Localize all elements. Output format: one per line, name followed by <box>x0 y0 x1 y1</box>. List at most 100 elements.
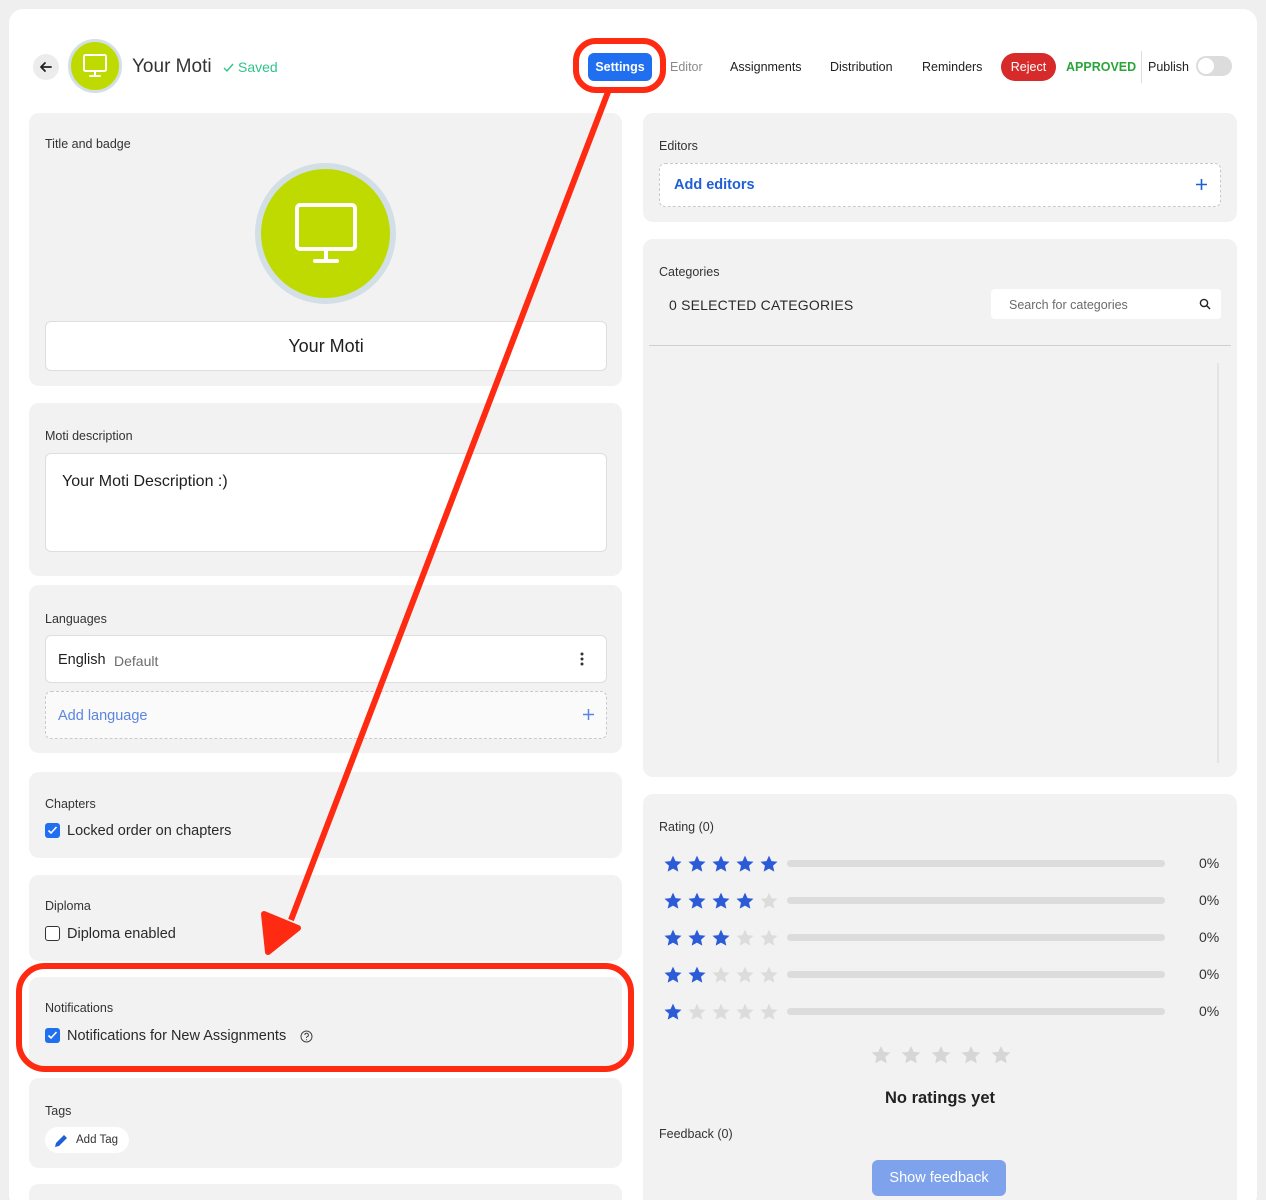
title-input[interactable]: Your Moti <box>45 321 607 371</box>
saved-status: Saved <box>223 59 278 75</box>
saved-label: Saved <box>238 59 278 75</box>
tab-assignments[interactable]: Assignments <box>730 53 802 81</box>
arrow-left-icon <box>40 62 52 72</box>
notifications-checkbox[interactable] <box>45 1028 60 1043</box>
add-language-button[interactable]: Add language <box>45 691 607 739</box>
card-label: Title and badge <box>45 137 131 151</box>
rating-distribution: 0% 0% 0% 0% 0% <box>659 854 1239 1044</box>
rating-bar <box>787 1008 1165 1015</box>
rating-row: 0% <box>659 891 1239 911</box>
rating-stars <box>663 1002 779 1022</box>
star-icon <box>991 1045 1011 1064</box>
reject-button[interactable]: Reject <box>1001 53 1056 81</box>
rating-percent: 0% <box>1199 892 1220 908</box>
selected-categories-count: 0 SELECTED CATEGORIES <box>669 297 854 313</box>
star-icon <box>736 966 754 983</box>
star-icon <box>760 1003 778 1020</box>
empty-stars <box>870 1044 1012 1066</box>
rating-row: 0% <box>659 854 1239 874</box>
category-search-input[interactable]: Search for categories <box>991 289 1221 319</box>
star-icon <box>760 892 778 909</box>
rating-percent: 0% <box>1199 855 1220 871</box>
badge-image[interactable] <box>255 163 396 304</box>
star-icon <box>736 929 754 946</box>
add-tag-button[interactable]: Add Tag <box>45 1127 129 1153</box>
categories-scrollbar[interactable] <box>1217 363 1219 763</box>
rating-bar <box>787 971 1165 978</box>
tab-reminders[interactable]: Reminders <box>922 53 982 81</box>
rating-percent: 0% <box>1199 966 1220 982</box>
search-icon <box>1199 298 1211 310</box>
chapters-card: Chapters Locked order on chapters <box>29 772 622 858</box>
rating-stars <box>663 854 779 874</box>
publish-toggle[interactable] <box>1196 56 1232 76</box>
rating-stars <box>663 965 779 985</box>
moti-avatar[interactable] <box>68 39 122 93</box>
divider <box>649 345 1231 346</box>
star-icon <box>688 855 706 872</box>
rating-bar <box>787 934 1165 941</box>
rating-bar <box>787 860 1165 867</box>
locked-order-checkbox[interactable] <box>45 823 60 838</box>
rating-row: 0% <box>659 928 1239 948</box>
rating-percent: 0% <box>1199 929 1220 945</box>
language-default-note: Default <box>114 653 159 669</box>
app-window: Your Moti Saved Settings Editor Assignme… <box>9 9 1257 1200</box>
card-label: Chapters <box>45 797 96 811</box>
star-icon <box>712 855 730 872</box>
star-icon <box>712 1003 730 1020</box>
locked-order-label: Locked order on chapters <box>67 823 232 839</box>
notifications-card: Notifications Notifications for New Assi… <box>29 977 622 1067</box>
card-label: Categories <box>659 265 720 279</box>
categories-card: Categories 0 SELECTED CATEGORIES Search … <box>643 239 1237 777</box>
diploma-checkbox[interactable] <box>45 926 60 941</box>
language-item[interactable]: English Default <box>45 635 607 683</box>
description-textarea[interactable]: Your Moti Description :) <box>45 453 607 552</box>
rating-row: 0% <box>659 965 1239 985</box>
star-icon <box>664 855 682 872</box>
plus-icon <box>583 709 594 720</box>
star-icon <box>760 966 778 983</box>
editors-card: Editors Add editors <box>643 113 1237 222</box>
star-icon <box>664 1003 682 1020</box>
rating-card: Rating (0) 0% 0% 0% 0% 0% No ratings yet Fee… <box>643 794 1237 1200</box>
star-icon <box>712 966 730 983</box>
tags-card: Tags Add Tag <box>29 1078 622 1168</box>
category-search-placeholder: Search for categories <box>1009 298 1128 312</box>
card-label: Languages <box>45 612 107 626</box>
language-name: English <box>58 652 106 668</box>
add-editors-button[interactable]: Add editors <box>659 163 1221 207</box>
publish-label: Publish <box>1148 60 1189 74</box>
pencil-icon <box>55 1134 67 1147</box>
card-label: Editors <box>659 139 698 153</box>
star-icon <box>961 1045 981 1064</box>
check-icon <box>223 63 234 72</box>
star-icon <box>931 1045 951 1064</box>
tab-distribution[interactable]: Distribution <box>830 53 893 81</box>
diploma-card: Diploma Diploma enabled <box>29 875 622 961</box>
card-label: Tags <box>45 1104 72 1118</box>
no-ratings-text: No ratings yet <box>884 1089 996 1107</box>
star-icon <box>688 929 706 946</box>
star-icon <box>901 1045 921 1064</box>
star-icon <box>736 855 754 872</box>
more-vertical-icon[interactable] <box>576 652 588 666</box>
show-feedback-button[interactable]: Show feedback <box>872 1160 1006 1196</box>
star-icon <box>712 929 730 946</box>
star-icon <box>760 855 778 872</box>
add-editors-label: Add editors <box>674 177 755 193</box>
description-card: Moti description Your Moti Description :… <box>29 403 622 576</box>
star-icon <box>871 1045 891 1064</box>
star-icon <box>688 892 706 909</box>
star-icon <box>760 929 778 946</box>
star-icon <box>736 1003 754 1020</box>
card-label: Moti description <box>45 429 133 443</box>
tab-settings[interactable]: Settings <box>588 53 652 81</box>
tab-editor[interactable]: Editor <box>670 53 703 81</box>
star-icon <box>736 892 754 909</box>
card-label: Rating (0) <box>659 820 714 834</box>
back-button[interactable] <box>33 54 59 80</box>
rating-percent: 0% <box>1199 1003 1220 1019</box>
help-icon[interactable] <box>300 1030 313 1043</box>
card-label: Diploma <box>45 899 91 913</box>
